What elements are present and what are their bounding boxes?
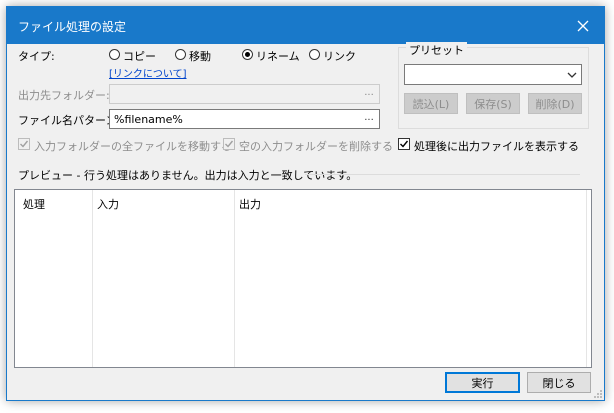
column-divider — [92, 190, 93, 367]
preview-separator — [305, 174, 580, 175]
delete-empty-label: 空の入力フォルダーを削除する — [239, 140, 393, 153]
column-header-output[interactable]: 出力 — [239, 196, 261, 212]
column-divider — [234, 190, 235, 367]
radio-rename-indicator[interactable] — [242, 49, 253, 60]
preset-select[interactable] — [404, 64, 582, 85]
chevron-down-icon — [567, 72, 577, 78]
link-help-link[interactable]: [リンクについて] — [109, 65, 187, 80]
move-all-checkbox[interactable] — [18, 138, 30, 150]
file-process-settings-dialog: ファイル処理の設定 タイプ: コピー 移動 リネーム リンク [リンクについて]… — [6, 6, 605, 401]
close-icon — [577, 20, 589, 31]
close-window-button[interactable] — [562, 7, 604, 44]
dest-folder-browse-button[interactable]: ... — [360, 86, 378, 102]
radio-copy-indicator[interactable] — [109, 49, 120, 60]
radio-move-indicator[interactable] — [175, 49, 186, 60]
close-button-label: 閉じる — [542, 376, 576, 390]
preset-delete-label: 削除(D) — [535, 97, 575, 111]
radio-link-indicator[interactable] — [309, 49, 320, 60]
dest-folder-input[interactable]: ... — [109, 84, 380, 104]
delete-empty-checkbox[interactable] — [223, 138, 235, 150]
radio-copy-label: コピー — [123, 50, 156, 63]
dialog-title: ファイル処理の設定 — [18, 20, 127, 34]
resize-grip-icon[interactable] — [593, 389, 603, 399]
pattern-value: %filename% — [114, 113, 183, 126]
preset-delete-button[interactable]: 削除(D) — [528, 93, 582, 114]
preview-status-text: プレビュー - 行う処理はありません。出力は入力と一致しています。 — [18, 169, 358, 182]
close-button[interactable]: 閉じる — [527, 372, 591, 393]
pattern-label: ファイル名パターン: — [18, 114, 121, 127]
move-all-label: 入力フォルダーの全ファイルを移動する — [34, 140, 232, 153]
preset-load-label: 読込(L) — [412, 97, 450, 111]
dest-folder-label: 出力先フォルダー: — [18, 89, 110, 102]
show-output-checkbox[interactable] — [398, 138, 410, 150]
checkmark-icon — [20, 140, 29, 148]
radio-move-label: 移動 — [189, 50, 211, 63]
column-header-input[interactable]: 入力 — [97, 196, 119, 212]
type-label: タイプ: — [18, 50, 55, 63]
show-output-label: 処理後に出力ファイルを表示する — [414, 140, 579, 153]
radio-rename-label: リネーム — [256, 50, 300, 63]
checkmark-icon — [400, 140, 409, 148]
title-bar: ファイル処理の設定 — [7, 7, 604, 44]
radio-link-label: リンク — [323, 50, 356, 63]
run-button[interactable]: 実行 — [445, 372, 520, 393]
column-header-process[interactable]: 処理 — [23, 196, 45, 212]
preset-load-button[interactable]: 読込(L) — [404, 93, 458, 114]
run-button-label: 実行 — [471, 376, 494, 390]
preset-group — [398, 47, 589, 129]
checkmark-icon — [225, 140, 234, 148]
preset-save-label: 保存(S) — [474, 97, 512, 111]
pattern-input[interactable]: %filename% ... — [109, 109, 380, 129]
pattern-browse-button[interactable]: ... — [360, 111, 378, 127]
preset-save-button[interactable]: 保存(S) — [466, 93, 520, 114]
preset-title: プリセット — [406, 42, 467, 58]
column-divider — [586, 190, 587, 367]
preview-list[interactable]: 処理 入力 出力 — [14, 189, 592, 368]
